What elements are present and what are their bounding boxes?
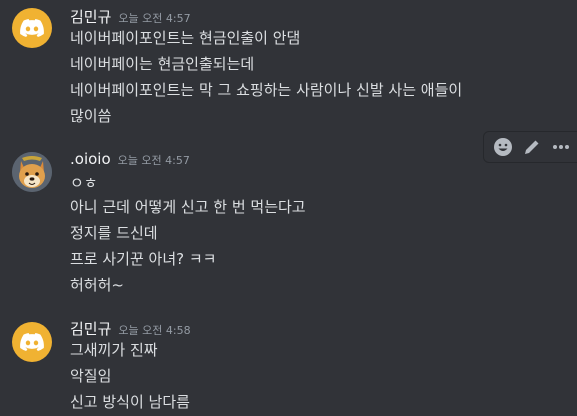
message-text: 신고 방식이 남다름 [70,393,190,411]
username[interactable]: .oioio [70,150,111,168]
message-text: 허허허~ [70,276,124,294]
message-text: 네이버페이는 현금인출되는데 [70,55,255,73]
message-text: 그새끼가 진짜 [70,341,158,359]
chat-messages: 김민규 오늘 오전 4:57 네이버페이포인트는 현금인출이 안댐 네이버페이는… [0,0,577,416]
shiba-dog-avatar [12,152,52,192]
message-text: 네이버페이포인트는 막 그 쇼핑하는 사람이나 신발 사는 애들이 [70,81,463,99]
message-text: 정지를 드신데 [70,224,158,242]
message-text: 아니 근데 어떻게 신고 한 번 먹는다고 [70,198,306,216]
add-reaction-button[interactable] [490,133,515,161]
message-header: 김민규 오늘 오전 4:58 [70,318,191,338]
username[interactable]: 김민규 [70,6,111,27]
timestamp[interactable]: 오늘 오전 4:57 [118,10,190,26]
message-actions-toolbar [483,131,577,163]
username[interactable]: 김민규 [70,318,111,339]
message-text: 프로 사기꾼 아녀? ㅋㅋ [70,250,217,268]
timestamp[interactable]: 오늘 오전 4:57 [118,152,190,168]
more-options-button[interactable] [549,133,574,161]
avatar[interactable] [12,8,52,48]
more-options-icon [553,145,570,149]
avatar[interactable] [12,322,52,362]
edit-button[interactable] [519,133,544,161]
timestamp[interactable]: 오늘 오전 4:58 [118,322,190,338]
message-text: 악질임 [70,367,112,385]
discord-logo-icon [20,19,44,37]
add-reaction-icon [493,138,512,156]
message-header: .oioio 오늘 오전 4:57 [70,150,190,170]
discord-logo-icon [20,333,44,351]
edit-icon [524,140,539,154]
message-text: 많이씀 [70,107,112,125]
message-text: ㅇㅎ [70,174,98,192]
avatar[interactable] [12,152,52,192]
message-text: 네이버페이포인트는 현금인출이 안댐 [70,29,301,47]
message-header: 김민규 오늘 오전 4:57 [70,6,191,26]
